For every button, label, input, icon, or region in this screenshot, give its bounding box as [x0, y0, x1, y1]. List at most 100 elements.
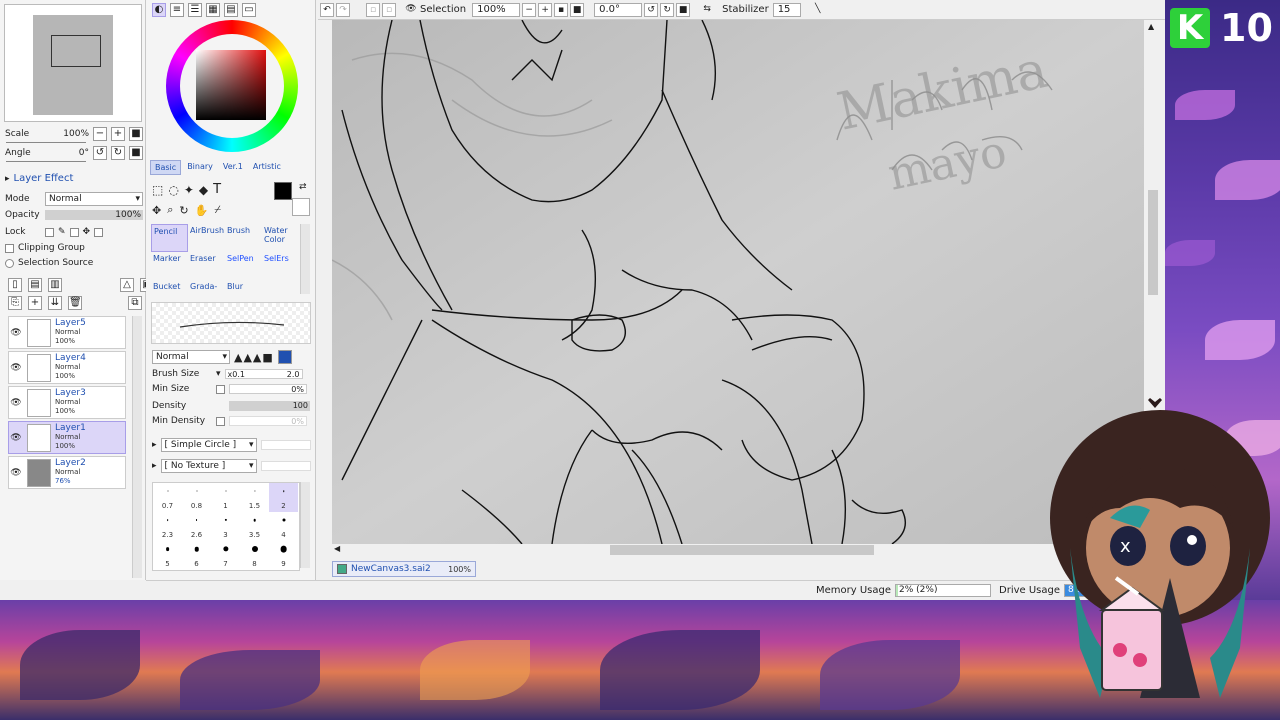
density-slider[interactable]: 100	[229, 401, 310, 411]
zoom-out-button[interactable]: −	[93, 127, 107, 141]
new-folder-icon[interactable]: ▤	[28, 278, 42, 292]
zoom-reset-icon[interactable]: ■	[570, 2, 585, 17]
zoom-tool-icon[interactable]: ⌕	[167, 203, 173, 217]
zoom-fit-icon[interactable]: ▪	[554, 2, 569, 17]
tool-selpen[interactable]: SelPen	[225, 252, 262, 280]
presets-scrollbar[interactable]	[300, 482, 310, 568]
tab-artistic[interactable]: Artistic	[249, 160, 285, 175]
selection-source-radio[interactable]	[5, 258, 14, 268]
layer-mode-select[interactable]: Normal	[45, 192, 143, 206]
stabilizer-select[interactable]: 15	[772, 2, 801, 17]
brush-size-preset[interactable]: 3.5	[240, 512, 269, 541]
layer-row[interactable]: 👁 Layer5 Normal 100%	[8, 316, 126, 349]
layer-effect-label[interactable]: Layer Effect	[14, 173, 74, 184]
brush-size-preset[interactable]: 5	[153, 541, 182, 570]
rotate-reset-icon[interactable]: ■	[676, 2, 691, 17]
chevron-right-icon[interactable]: ▸	[152, 440, 157, 450]
tab-basic[interactable]: Basic	[150, 160, 182, 175]
rotate-tool-icon[interactable]: ↻	[179, 204, 188, 217]
zoom-select[interactable]: 100%	[472, 2, 521, 17]
tool-watercolor[interactable]: Water Color	[262, 224, 299, 252]
brush-size-preset[interactable]: 2.3	[153, 512, 182, 541]
brush-shape-select[interactable]: [ Simple Circle ]	[160, 438, 257, 452]
tool-eraser[interactable]: Eraser	[188, 252, 225, 280]
rotate-right-button[interactable]: ↻	[111, 146, 125, 160]
eye-icon[interactable]: 👁	[9, 468, 23, 478]
zoom-reset-button[interactable]: ■	[129, 127, 143, 141]
swap-colors-icon[interactable]: ⇄	[299, 182, 307, 192]
brush-texture-select[interactable]: [ No Texture ]	[160, 459, 257, 473]
color-wheel-mode-icon[interactable]: ◐	[152, 3, 166, 17]
brush-size-preset[interactable]: 2	[269, 483, 298, 512]
brush-shape-strength[interactable]	[260, 440, 311, 450]
fill-bucket-icon[interactable]: ◆	[199, 183, 208, 197]
tool-selers[interactable]: SelErs	[262, 252, 299, 280]
color-sliders-icon[interactable]: ☰	[188, 3, 202, 17]
brush-size-preset[interactable]: 1.5	[240, 483, 269, 512]
scroll-up-icon[interactable]: ▲	[1148, 22, 1154, 31]
selection-label[interactable]: Selection	[420, 4, 466, 15]
brush-shape-selected-icon[interactable]	[277, 350, 292, 364]
color-swatches-icon[interactable]: ▦	[206, 3, 220, 17]
chevron-right-icon[interactable]: ▸	[152, 461, 157, 471]
zoom-in-button[interactable]: +	[111, 127, 125, 141]
brush-size-preset[interactable]: 0.8	[182, 483, 211, 512]
invert-selection-icon[interactable]: ▫	[382, 2, 396, 17]
scale-slider[interactable]	[6, 142, 86, 143]
layer-row-selected[interactable]: 👁 Layer1 Normal 100%	[8, 421, 126, 454]
brush-size-preset[interactable]: 1	[211, 483, 240, 512]
color-scratchpad-icon[interactable]: ▭	[242, 3, 256, 17]
hand-tool-icon[interactable]: ✋	[195, 204, 209, 217]
chevron-right-icon[interactable]: ▸	[5, 174, 10, 184]
min-density-pressure-toggle[interactable]	[216, 416, 225, 426]
layer-extra-icon[interactable]: ⧉	[128, 296, 142, 310]
merge-down-icon[interactable]: ⇊	[48, 296, 62, 310]
layer-effect-icon[interactable]: △	[120, 278, 134, 292]
straight-line-icon[interactable]: ╲	[811, 3, 825, 17]
lasso-select-icon[interactable]: ◌	[168, 183, 178, 197]
eye-icon[interactable]: 👁	[9, 363, 23, 373]
text-tool-icon[interactable]: T	[213, 182, 221, 197]
tool-brush[interactable]: Brush	[225, 224, 262, 252]
min-density-slider[interactable]: 0%	[229, 416, 307, 426]
color-saturation-value-box[interactable]	[196, 50, 266, 120]
move-tool-icon[interactable]: ✥	[152, 204, 161, 217]
tools-scrollbar[interactable]	[300, 224, 310, 294]
brush-size-preset[interactable]: 0.7	[153, 483, 182, 512]
rotate-left-button[interactable]: ↺	[93, 146, 107, 160]
scroll-left-icon[interactable]: ◀	[334, 544, 340, 553]
primary-color-swatch[interactable]	[274, 182, 292, 200]
lock-move-checkbox[interactable]	[94, 227, 104, 237]
marquee-select-icon[interactable]: ⬚	[152, 183, 163, 197]
redo-icon[interactable]: ↷	[336, 2, 350, 17]
secondary-color-swatch[interactable]	[292, 198, 310, 216]
eye-icon[interactable]: 👁	[9, 433, 23, 443]
angle-slider[interactable]	[6, 161, 86, 162]
new-fill-layer-icon[interactable]: ▥	[48, 278, 62, 292]
trash-icon[interactable]: 🗑	[68, 296, 82, 310]
lock-transparency-checkbox[interactable]	[45, 227, 54, 237]
copy-layer-icon[interactable]: ⎘	[8, 296, 22, 310]
canvas-horizontal-scrollbar[interactable]: ◀	[332, 544, 1146, 556]
rotate-reset-button[interactable]: ■	[129, 146, 143, 160]
tool-airbrush[interactable]: AirBrush	[188, 224, 225, 252]
brush-shape-icons[interactable]: ▲▲▲■	[234, 351, 274, 364]
brush-size-preset[interactable]: 7	[211, 541, 240, 570]
canvas-vscroll-thumb[interactable]	[1148, 190, 1158, 295]
brush-size-slider[interactable]: x0.1 2.0	[224, 369, 303, 379]
eye-icon[interactable]: 👁	[9, 398, 23, 408]
eyedropper-icon[interactable]: ⌿	[214, 203, 221, 217]
rotate-cw-icon[interactable]: ↻	[660, 2, 675, 17]
brush-texture-strength[interactable]	[260, 461, 311, 471]
eye-icon[interactable]: 👁	[404, 3, 418, 17]
tab-binary[interactable]: Binary	[183, 160, 217, 175]
clipping-group-checkbox[interactable]	[5, 243, 14, 253]
brush-size-preset[interactable]: 6	[182, 541, 211, 570]
layer-row[interactable]: 👁 Layer2 Normal 76%	[8, 456, 126, 489]
blend-mode-select[interactable]: Normal	[152, 350, 230, 364]
tab-ver1[interactable]: Ver.1	[219, 160, 247, 175]
brush-size-preset[interactable]: 2.6	[182, 512, 211, 541]
color-wheel[interactable]	[166, 20, 298, 152]
lock-paint-checkbox[interactable]	[69, 227, 79, 237]
brush-size-preset[interactable]: 3	[211, 512, 240, 541]
